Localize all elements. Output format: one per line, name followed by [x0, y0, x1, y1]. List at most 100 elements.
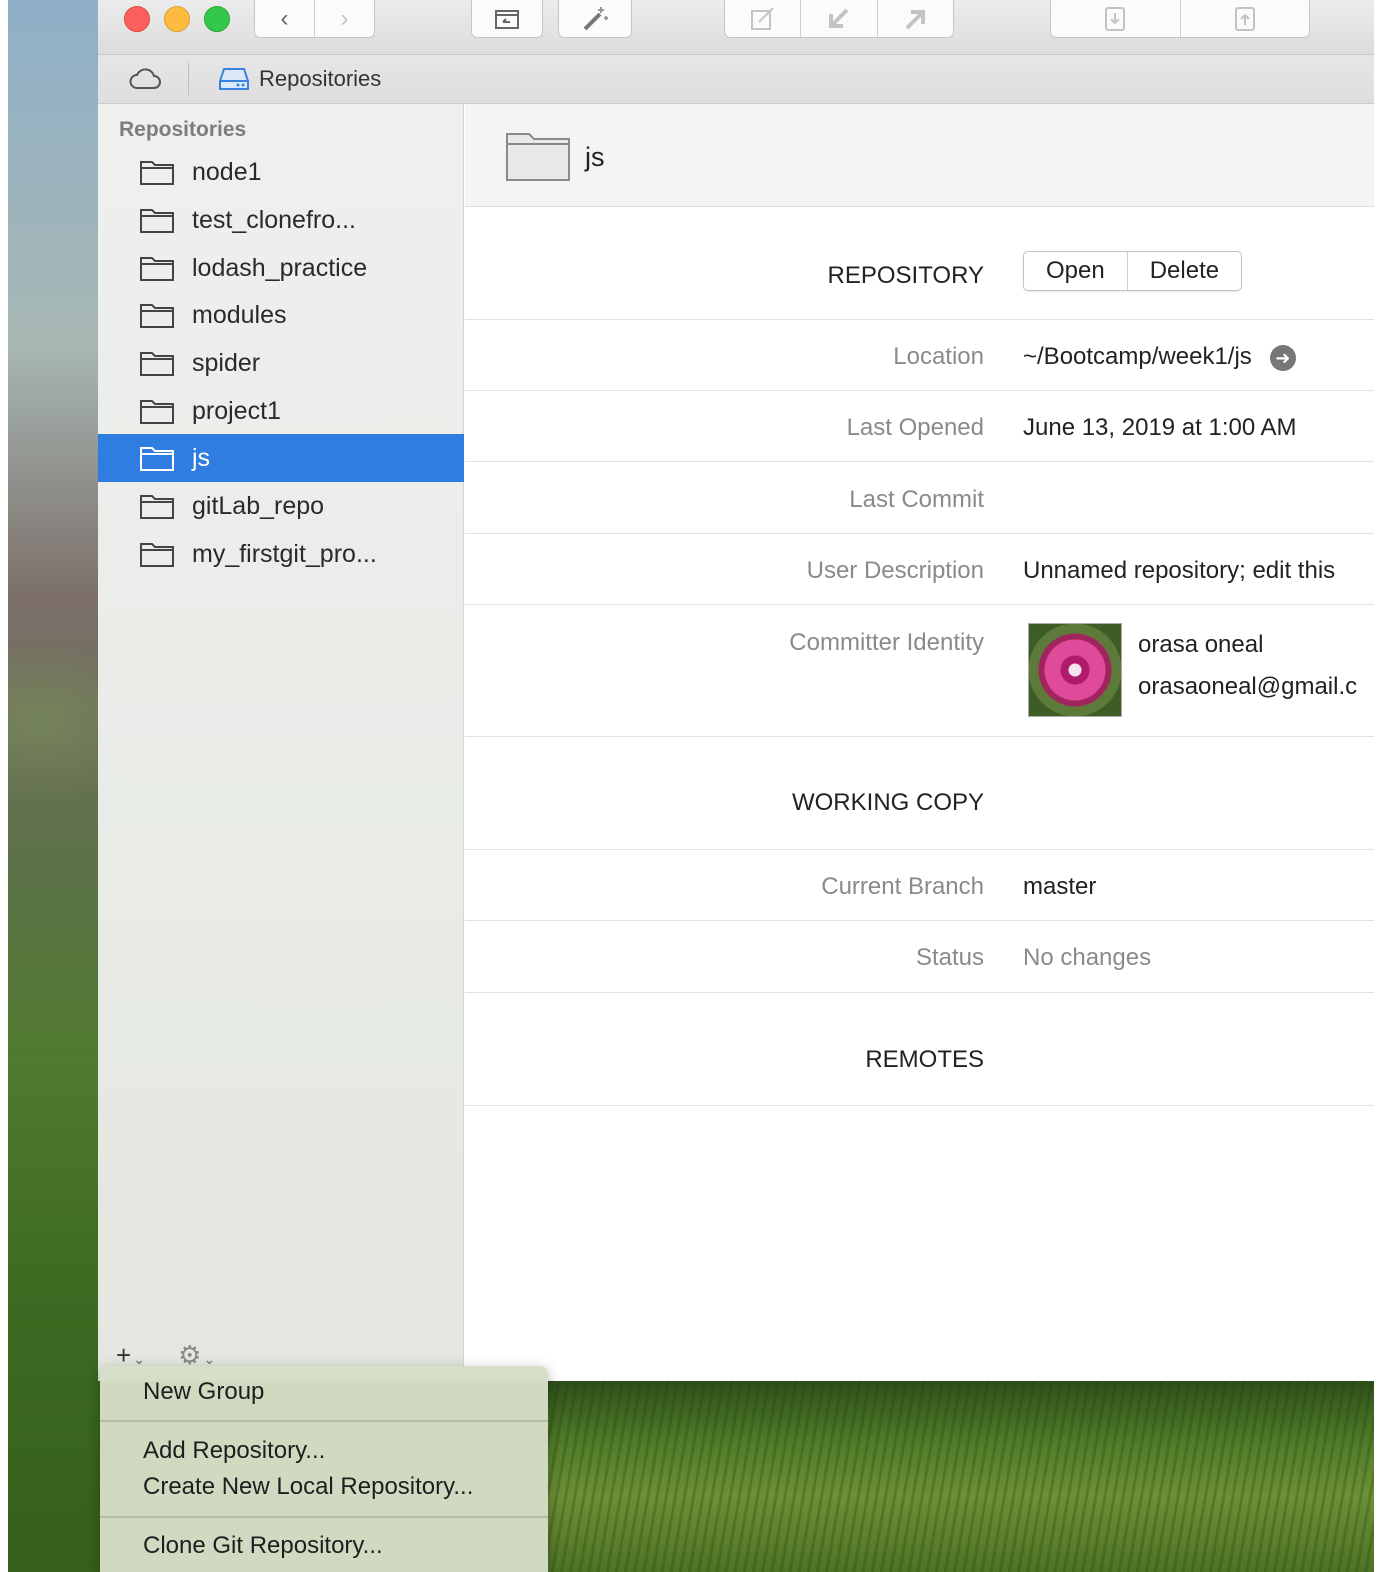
- sidebar-item-label: project1: [192, 396, 281, 425]
- menu-separator: [100, 1516, 548, 1518]
- folder-icon: [140, 209, 174, 233]
- back-button[interactable]: ‹: [255, 0, 315, 37]
- sidebar: Repositories node1 test_clonefro... loda…: [98, 104, 464, 1381]
- breadcrumb-repositories[interactable]: Repositories: [259, 66, 381, 92]
- minimize-window-button[interactable]: [164, 6, 190, 32]
- folder-icon: [140, 495, 174, 519]
- folder-icon: [140, 304, 174, 328]
- last-commit-row: Last Commit: [465, 462, 1374, 534]
- user-description-label: User Description: [806, 557, 984, 584]
- sidebar-item-label: js: [192, 443, 211, 472]
- sidebar-item-modules[interactable]: modules: [98, 291, 464, 339]
- pull-button[interactable]: [801, 0, 878, 37]
- status-row: Status No changes: [465, 921, 1374, 993]
- repository-folder-icon: [472, 0, 542, 37]
- commit-button[interactable]: [725, 0, 802, 37]
- forward-button[interactable]: ›: [315, 0, 374, 37]
- stash-button[interactable]: [1051, 0, 1181, 37]
- last-commit-label: Last Commit: [849, 486, 984, 513]
- sidebar-item-label: test_clonefro...: [192, 205, 356, 234]
- folder-icon: [140, 352, 174, 376]
- menu-item-clone-git-repository[interactable]: Clone Git Repository...: [143, 1532, 383, 1560]
- status-label: Status: [915, 944, 984, 971]
- sidebar-item-js[interactable]: js: [98, 434, 464, 482]
- user-description-row: User Description Unnamed repository; edi…: [465, 534, 1374, 605]
- folder-icon: [140, 400, 174, 424]
- sidebar-item-label: gitLab_repo: [192, 491, 325, 520]
- arrow-up-right-icon: [905, 9, 926, 29]
- avatar: [1028, 623, 1122, 717]
- repository-actions: Open Delete: [1023, 251, 1243, 291]
- section-title-repository: REPOSITORY: [827, 262, 985, 289]
- current-branch-value: master: [1023, 873, 1097, 900]
- add-menu: New Group Add Repository... Create New L…: [100, 1366, 548, 1572]
- repository-details: js REPOSITORY Open Delete Location ~/Boo…: [465, 104, 1374, 1381]
- delete-button[interactable]: Delete: [1128, 252, 1241, 290]
- desktop-grass: [548, 1381, 1374, 1572]
- commit-icon: [750, 6, 774, 30]
- commit-push-pull-buttons: [724, 0, 954, 38]
- menu-separator: [100, 1420, 548, 1422]
- location-path: ~/Bootcamp/week1/js: [1023, 343, 1252, 370]
- close-window-button[interactable]: [124, 6, 150, 32]
- unstash-button[interactable]: [1181, 0, 1310, 37]
- status-value: No changes: [1023, 944, 1152, 971]
- screen-edge-right: [1374, 0, 1388, 1572]
- menu-item-new-group[interactable]: New Group: [143, 1378, 264, 1406]
- folder-icon: [505, 130, 571, 187]
- stash-buttons: [1050, 0, 1310, 38]
- menu-item-create-local-repository[interactable]: Create New Local Repository...: [143, 1473, 473, 1501]
- committer-email: orasaoneal@gmail.c: [1138, 673, 1358, 700]
- location-label: Location: [893, 343, 984, 370]
- page-title: js: [585, 142, 605, 172]
- chevron-right-icon: ›: [340, 4, 349, 32]
- section-title-remotes: REMOTES: [865, 1046, 984, 1073]
- repository-header: js: [465, 104, 1374, 207]
- sidebar-item-test-clonefrom[interactable]: test_clonefro...: [98, 196, 464, 244]
- last-opened-row: Last Opened June 13, 2019 at 1:00 AM: [465, 391, 1374, 462]
- sidebar-item-label: spider: [192, 348, 261, 377]
- reveal-in-finder-arrow-icon[interactable]: ➜: [1269, 344, 1296, 371]
- folder-icon: [140, 543, 174, 567]
- path-separator: [188, 63, 189, 95]
- arrow-down-left-icon: [828, 8, 849, 28]
- location-row: Location ~/Bootcamp/week1/js ➜: [465, 320, 1374, 391]
- sidebar-item-project1[interactable]: project1: [98, 387, 464, 435]
- toolbar: ‹ ›: [98, 0, 1374, 55]
- zoom-window-button[interactable]: [204, 6, 230, 32]
- folder-icon: [140, 447, 174, 471]
- sidebar-item-spider[interactable]: spider: [98, 339, 464, 387]
- open-repository-button[interactable]: [471, 0, 543, 38]
- folder-icon: [140, 257, 174, 281]
- folder-icon: [140, 161, 174, 185]
- magic-wand-button[interactable]: [558, 0, 632, 38]
- repository-section-row: REPOSITORY Open Delete: [465, 207, 1374, 320]
- navigation-buttons: ‹ ›: [254, 0, 375, 38]
- app-window: ‹ › Repositories Repositories node1 test…: [98, 0, 1374, 1381]
- open-button[interactable]: Open: [1024, 252, 1128, 290]
- sidebar-item-node1[interactable]: node1: [98, 148, 464, 196]
- path-bar: Repositories: [98, 55, 1374, 104]
- sidebar-item-label: node1: [192, 157, 262, 186]
- location-value: ~/Bootcamp/week1/js ➜: [1023, 343, 1296, 371]
- current-branch-row: Current Branch master: [465, 850, 1374, 921]
- committer-identity-row: Committer Identity orasa oneal orasaonea…: [465, 605, 1374, 737]
- sidebar-item-my-firstgit-project[interactable]: my_firstgit_pro...: [98, 530, 464, 578]
- chevron-left-icon: ‹: [280, 4, 289, 32]
- screen-edge-left: [0, 0, 8, 1572]
- cloud-icon[interactable]: [128, 67, 162, 96]
- sidebar-item-lodash-practice[interactable]: lodash_practice: [98, 244, 464, 292]
- user-description-field[interactable]: Unnamed repository; edit this: [1023, 557, 1335, 585]
- menu-item-add-repository[interactable]: Add Repository...: [143, 1437, 325, 1465]
- last-opened-label: Last Opened: [846, 414, 984, 441]
- unstash-icon: [1234, 6, 1255, 31]
- stash-icon: [1105, 6, 1126, 31]
- last-opened-value: June 13, 2019 at 1:00 AM: [1023, 414, 1297, 441]
- sidebar-header: Repositories: [119, 118, 247, 141]
- push-button[interactable]: [878, 0, 953, 37]
- sidebar-item-gitlab-repo[interactable]: gitLab_repo: [98, 482, 464, 530]
- chevron-down-icon: ⌄: [133, 1351, 145, 1367]
- remotes-section-row: REMOTES: [465, 993, 1374, 1106]
- magic-wand-icon: [559, 0, 631, 37]
- sidebar-item-label: lodash_practice: [192, 253, 368, 282]
